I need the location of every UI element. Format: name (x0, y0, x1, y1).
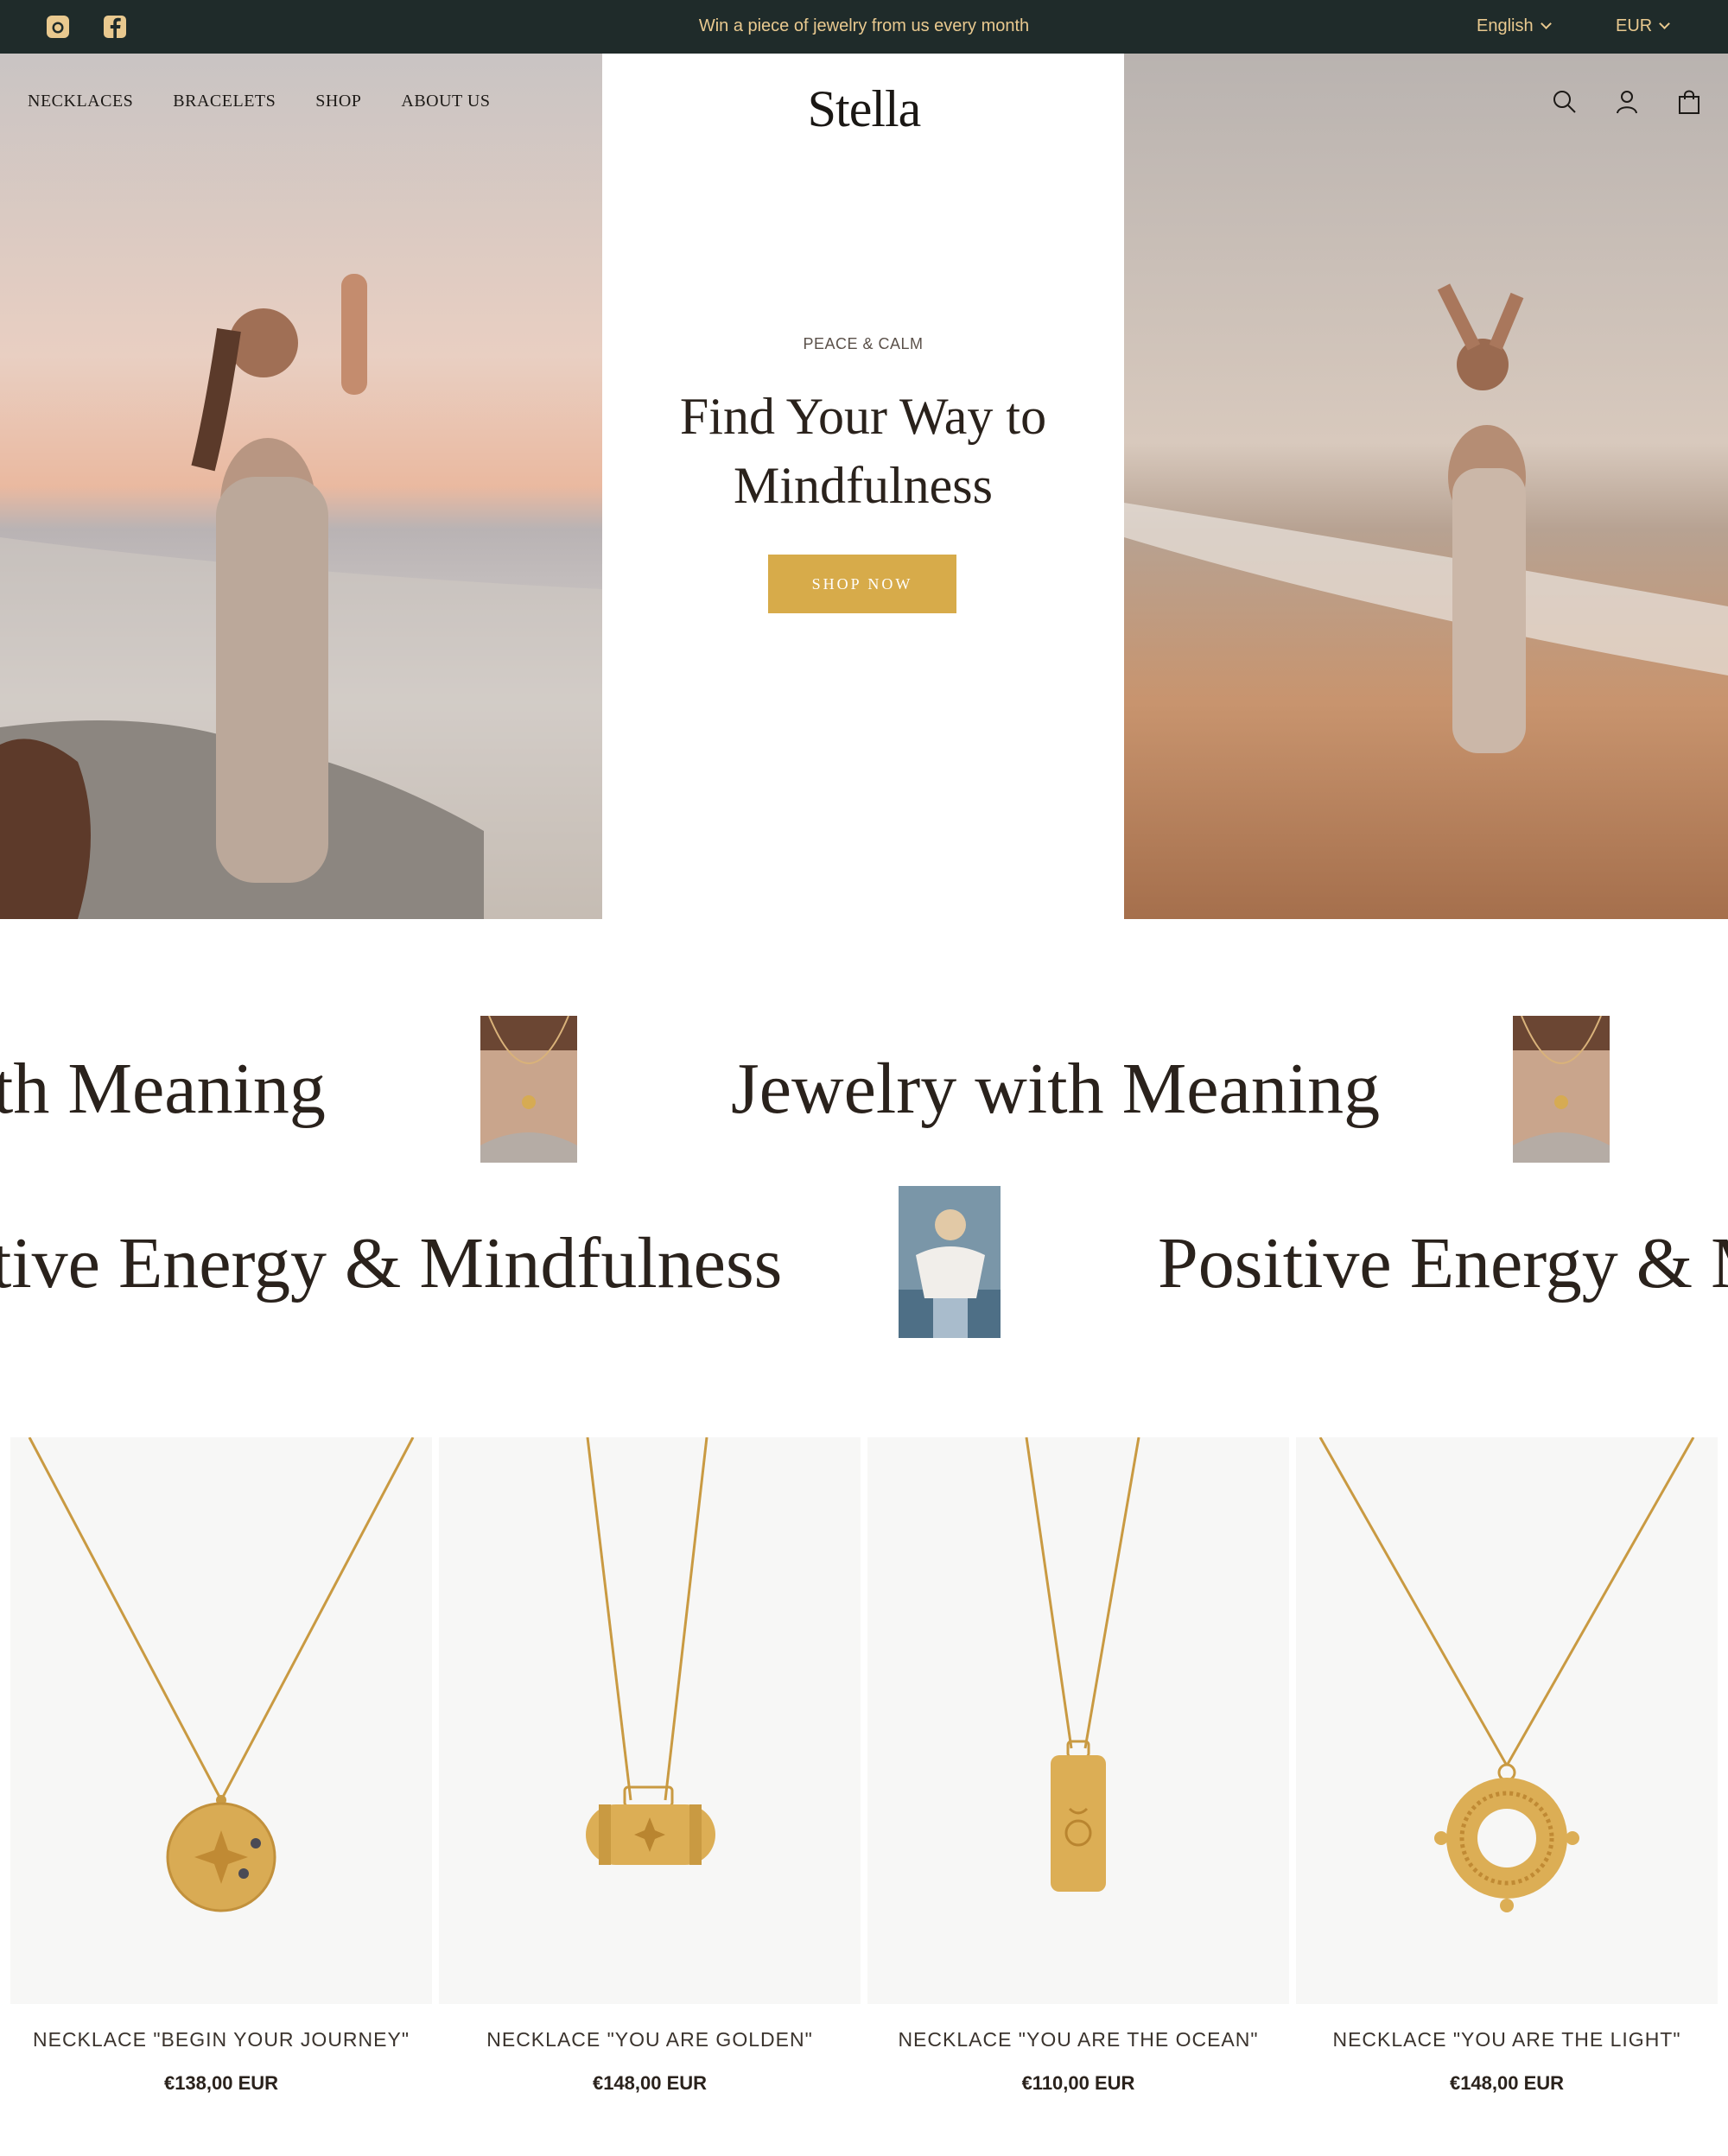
product-price: €148,00 EUR (1449, 2072, 1565, 2094)
product-price: €138,00 EUR (163, 2072, 279, 2094)
product-image[interactable] (10, 1437, 432, 2004)
language-selector[interactable]: English (1477, 16, 1552, 36)
product-name[interactable]: NECKLACE "BEGIN YOUR JOURNEY" (10, 2028, 432, 2051)
hero-section: NECKLACES BRACELETS SHOP ABOUT US Stella… (0, 54, 1728, 919)
product-image[interactable] (867, 1437, 1289, 2004)
hero-eyebrow: PEACE & CALM (803, 335, 924, 352)
account-icon[interactable] (1613, 88, 1641, 116)
chevron-down-icon (1659, 18, 1671, 29)
hero-headline-line2: Mindfulness (734, 457, 993, 514)
marquee-thumb-portrait (899, 1186, 1001, 1338)
product-name[interactable]: NECKLACE "YOU ARE GOLDEN" (439, 2028, 861, 2051)
shop-now-button[interactable]: SHOP NOW (768, 555, 956, 613)
marquee-section: th Meaning Jewelry with Meaning tive Ene… (0, 919, 1728, 1437)
announcement-text: Win a piece of jewelry from us every mon… (698, 16, 1030, 35)
product-name[interactable]: NECKLACE "YOU ARE THE LIGHT" (1296, 2028, 1718, 2051)
product-name[interactable]: NECKLACE "YOU ARE THE OCEAN" (867, 2028, 1289, 2051)
product-card[interactable]: NECKLACE "YOU ARE THE LIGHT" €148,00 EUR (1296, 1437, 1718, 2156)
product-image[interactable] (1296, 1437, 1718, 2004)
marquee-thumb-necklace (1513, 1016, 1610, 1163)
product-card[interactable]: NECKLACE "YOU ARE GOLDEN" €148,00 EUR (439, 1437, 861, 2156)
cart-icon[interactable] (1675, 88, 1703, 116)
announcement-bar: Win a piece of jewelry from us every mon… (0, 0, 1728, 54)
product-card[interactable]: NECKLACE "BEGIN YOUR JOURNEY" €138,00 EU… (10, 1437, 432, 2156)
product-price: €148,00 EUR (592, 2072, 708, 2094)
product-image[interactable] (439, 1437, 861, 2004)
hero-image-left (0, 54, 602, 919)
search-icon[interactable] (1551, 88, 1579, 116)
product-grid: NECKLACE "BEGIN YOUR JOURNEY" €138,00 EU… (0, 1437, 1728, 2156)
product-card[interactable]: NECKLACE "YOU ARE THE OCEAN" €110,00 EUR (867, 1437, 1289, 2156)
marquee-text: Positive Energy & M (1158, 1223, 1728, 1303)
currency-selector[interactable]: EUR (1616, 16, 1671, 36)
hero-headline: Find Your Way to Mindfulness (602, 382, 1124, 520)
marquee-text: th Meaning (0, 1049, 326, 1129)
marquee-text: tive Energy & Mindfulness (0, 1223, 783, 1303)
header-icons (1551, 88, 1703, 116)
hero-image-right (1124, 54, 1728, 919)
chevron-down-icon (1540, 18, 1552, 29)
product-price: €110,00 EUR (1021, 2072, 1135, 2094)
marquee-text: Jewelry with Meaning (731, 1049, 1381, 1129)
hero-headline-line1: Find Your Way to (679, 388, 1047, 445)
site-logo[interactable]: Stella (0, 79, 1728, 139)
marquee-thumb-necklace (480, 1016, 577, 1163)
currency-label: EUR (1616, 16, 1653, 35)
language-label: English (1477, 16, 1534, 35)
